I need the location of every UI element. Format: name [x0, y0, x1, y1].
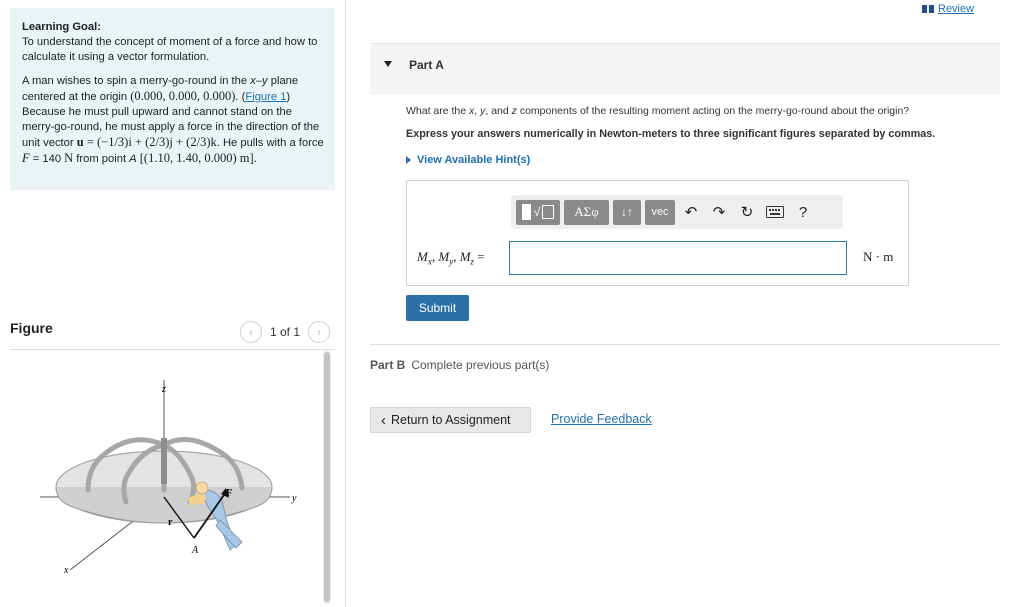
- x-label: x: [63, 565, 69, 576]
- pager-text: 1 of 1: [270, 325, 301, 339]
- return-label: Return to Assignment: [391, 413, 511, 427]
- figure-link[interactable]: Figure 1: [245, 91, 286, 103]
- hint-label: View Available Hint(s): [417, 154, 531, 166]
- learning-goal-heading: Learning Goal:: [22, 21, 101, 33]
- sqrt-icon: √: [533, 205, 541, 219]
- view-hints-link[interactable]: View Available Hint(s): [406, 154, 530, 166]
- next-figure-button[interactable]: ›: [308, 321, 331, 343]
- merry-go-round-figure: z y x F r A: [30, 370, 320, 590]
- center-post: [161, 438, 167, 484]
- templates-button[interactable]: √: [516, 199, 560, 225]
- scrollbar-thumb[interactable]: [324, 352, 330, 602]
- submit-button[interactable]: Submit: [406, 295, 469, 321]
- part-b-header[interactable]: Part B Complete previous part(s): [370, 358, 549, 372]
- A-label: A: [191, 545, 199, 556]
- point-coords: [(1.10, 1.40, 0.000) m].: [139, 151, 257, 165]
- keyboard-icon[interactable]: [763, 200, 787, 225]
- r-label: r: [168, 517, 173, 528]
- part-b-status: Complete previous part(s): [411, 358, 550, 372]
- caret-down-icon: [384, 61, 392, 67]
- book-icon: [922, 5, 934, 13]
- answer-input[interactable]: [509, 241, 847, 275]
- question-text: What are the x, y, and z components of t…: [406, 105, 910, 117]
- caret-right-icon: [406, 156, 411, 164]
- part-a-title: Part A: [409, 58, 444, 72]
- review-label: Review: [938, 3, 975, 15]
- greek-symbols-button[interactable]: ΑΣφ: [564, 199, 609, 225]
- prev-figure-button[interactable]: ‹: [240, 321, 262, 343]
- unit-label: N · m: [863, 249, 894, 264]
- return-to-assignment-button[interactable]: ‹ Return to Assignment: [370, 407, 531, 433]
- review-link[interactable]: Review: [922, 3, 974, 15]
- divider: [370, 344, 1000, 345]
- unit-vector: = (−1/3)i + (2/3)j + (2/3)k: [83, 135, 217, 149]
- learning-goal-box: Learning Goal: To understand the concept…: [10, 8, 335, 190]
- left-panel: Learning Goal: To understand the concept…: [0, 0, 346, 607]
- problem-statement: A man wishes to spin a merry-go-round in…: [22, 75, 324, 165]
- variable-label: Mx, My, Mz =: [417, 249, 485, 267]
- reset-icon[interactable]: ↻: [735, 200, 759, 225]
- redo-icon[interactable]: ↷: [707, 200, 731, 225]
- vector-button[interactable]: vec: [645, 199, 675, 225]
- figure-pager: ‹ 1 of 1 ›: [240, 321, 331, 343]
- figure-illustration: z y x F r A: [40, 380, 297, 576]
- chevron-left-icon: ‹: [249, 325, 253, 339]
- figure-title: Figure: [10, 320, 53, 336]
- box-icon: [542, 205, 555, 219]
- fraction-icon: [521, 204, 531, 220]
- figure-scrollbar[interactable]: [323, 350, 331, 604]
- subscript-superscript-button[interactable]: ↓↑: [613, 199, 641, 225]
- z-label: z: [161, 384, 166, 395]
- divider: [10, 349, 335, 350]
- provide-feedback-link[interactable]: Provide Feedback: [551, 412, 652, 426]
- answer-box: √ ΑΣφ ↓↑ vec ↶ ↷ ↻ ? Mx, My, Mz = N · m: [406, 180, 909, 286]
- help-button[interactable]: ?: [791, 200, 815, 225]
- answer-instructions: Express your answers numerically in Newt…: [406, 128, 936, 140]
- part-a-header[interactable]: Part A: [370, 43, 1000, 95]
- chevron-left-icon: ‹: [381, 411, 386, 429]
- undo-icon[interactable]: ↶: [679, 200, 703, 225]
- chevron-right-icon: ›: [317, 325, 322, 339]
- F-label: F: [226, 488, 232, 499]
- y-label: y: [291, 493, 297, 504]
- part-b-title: Part B: [370, 358, 406, 372]
- math-toolbar: √ ΑΣφ ↓↑ vec ↶ ↷ ↻ ?: [511, 195, 843, 229]
- origin-coords: (0.000, 0.000, 0.000): [130, 89, 236, 103]
- learning-goal-text: To understand the concept of moment of a…: [22, 36, 318, 63]
